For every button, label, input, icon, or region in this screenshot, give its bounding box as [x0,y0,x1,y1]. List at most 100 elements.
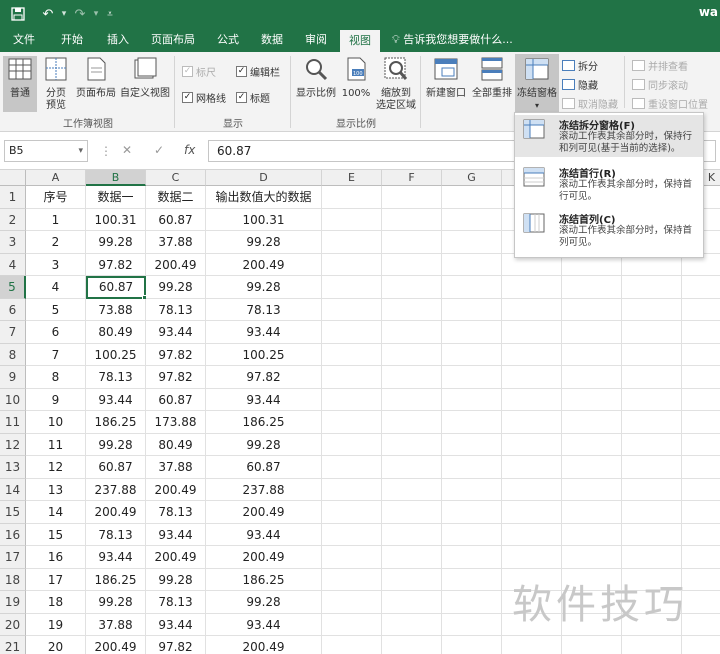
table-cell[interactable] [442,366,502,389]
table-cell[interactable]: 73.88 [86,298,146,321]
table-cell[interactable] [322,411,382,434]
row-header[interactable]: 21 [0,636,26,654]
table-cell[interactable] [622,478,682,501]
table-cell[interactable]: 186.25 [86,568,146,591]
table-cell[interactable] [442,591,502,614]
row-header[interactable]: 10 [0,388,26,411]
table-cell[interactable] [442,231,502,254]
table-cell[interactable] [622,343,682,366]
page-break-preview-button[interactable]: 分页 预览 [40,56,72,112]
table-cell[interactable] [502,501,562,524]
table-cell[interactable] [322,568,382,591]
table-cell[interactable]: 200.49 [146,546,206,569]
table-cell[interactable]: 11 [26,433,86,456]
table-cell[interactable]: 200.49 [86,501,146,524]
row-header[interactable]: 18 [0,568,26,591]
table-cell[interactable]: 78.13 [146,298,206,321]
table-cell[interactable] [502,433,562,456]
table-cell[interactable] [502,366,562,389]
row-header[interactable]: 9 [0,366,26,389]
column-header-f[interactable]: F [382,170,442,186]
table-cell[interactable] [562,321,622,344]
table-cell[interactable]: 37.88 [146,456,206,479]
view-side-by-side-button[interactable]: 并排查看 [632,58,688,73]
table-cell[interactable]: 237.88 [86,478,146,501]
table-cell[interactable] [382,276,442,299]
table-cell[interactable] [382,613,442,636]
tab-insert[interactable]: 插入 [98,28,138,52]
row-header[interactable]: 15 [0,501,26,524]
table-cell[interactable] [562,343,622,366]
table-cell[interactable] [502,523,562,546]
select-all-corner[interactable] [0,170,26,186]
freeze-first-column-menu-item[interactable]: 冻结首列(C) 滚动工作表其余部分时，保持首列可见。 [515,209,703,251]
table-cell[interactable] [562,546,622,569]
table-cell[interactable]: 99.28 [146,568,206,591]
table-cell[interactable] [622,636,682,654]
table-cell[interactable]: 99.28 [86,433,146,456]
table-cell[interactable] [322,613,382,636]
table-cell[interactable] [682,366,720,389]
table-cell[interactable] [382,388,442,411]
table-cell[interactable] [682,434,720,456]
save-icon[interactable] [8,4,28,24]
table-cell[interactable] [322,478,382,501]
table-cell[interactable]: 200.49 [146,478,206,501]
table-cell[interactable]: 5 [26,298,86,321]
cancel-icon[interactable]: ✕ [122,143,132,157]
table-cell[interactable]: 18 [26,591,86,614]
table-cell[interactable] [442,298,502,321]
table-cell[interactable] [382,343,442,366]
table-cell[interactable] [442,501,502,524]
table-cell[interactable]: 99.28 [86,231,146,254]
table-cell[interactable]: 93.44 [206,613,322,636]
table-cell[interactable]: 97.82 [206,366,322,389]
table-cell[interactable]: 10 [26,411,86,434]
table-cell[interactable] [562,501,622,524]
table-cell[interactable] [322,636,382,654]
table-cell[interactable]: 93.44 [146,523,206,546]
table-cell[interactable] [322,231,382,254]
table-cell[interactable] [382,321,442,344]
table-cell[interactable] [442,523,502,546]
table-cell[interactable]: 99.28 [206,276,322,299]
new-window-button[interactable]: 新建窗口 [424,56,468,100]
page-layout-view-button[interactable]: 页面布局 [74,56,118,100]
table-cell[interactable]: 200.49 [146,253,206,276]
row-header[interactable]: 7 [0,321,26,344]
table-cell[interactable]: 200.49 [206,501,322,524]
sync-scroll-button[interactable]: 同步滚动 [632,77,688,92]
table-cell[interactable]: 78.13 [86,523,146,546]
row-header[interactable]: 1 [0,186,26,209]
table-cell[interactable]: 200.49 [206,253,322,276]
name-box[interactable]: B5 ▾ [4,140,88,162]
table-cell[interactable]: 97.82 [146,343,206,366]
row-header[interactable]: 5 [0,276,26,299]
table-cell[interactable] [442,276,502,299]
custom-views-button[interactable]: 自定义视图 [119,56,171,100]
table-cell[interactable] [442,613,502,636]
table-cell[interactable]: 60.87 [86,456,146,479]
header-cell[interactable] [442,186,502,209]
table-cell[interactable] [622,433,682,456]
table-cell[interactable]: 186.25 [86,411,146,434]
table-cell[interactable]: 97.82 [146,366,206,389]
table-cell[interactable]: 19 [26,613,86,636]
table-cell[interactable] [622,388,682,411]
table-cell[interactable]: 78.13 [206,298,322,321]
enter-icon[interactable]: ✓ [154,143,164,157]
table-cell[interactable]: 60.87 [146,208,206,231]
column-header-d[interactable]: D [206,170,322,186]
table-cell[interactable] [382,253,442,276]
table-cell[interactable]: 2 [26,231,86,254]
table-cell[interactable] [562,523,622,546]
tab-page-layout[interactable]: 页面布局 [144,28,202,52]
table-cell[interactable]: 200.49 [86,636,146,654]
table-cell[interactable] [502,636,562,654]
table-cell[interactable]: 93.44 [146,321,206,344]
table-cell[interactable] [382,456,442,479]
insert-function-icon[interactable]: fx [184,143,195,157]
table-cell[interactable] [622,411,682,434]
table-cell[interactable] [442,253,502,276]
table-cell[interactable] [442,568,502,591]
